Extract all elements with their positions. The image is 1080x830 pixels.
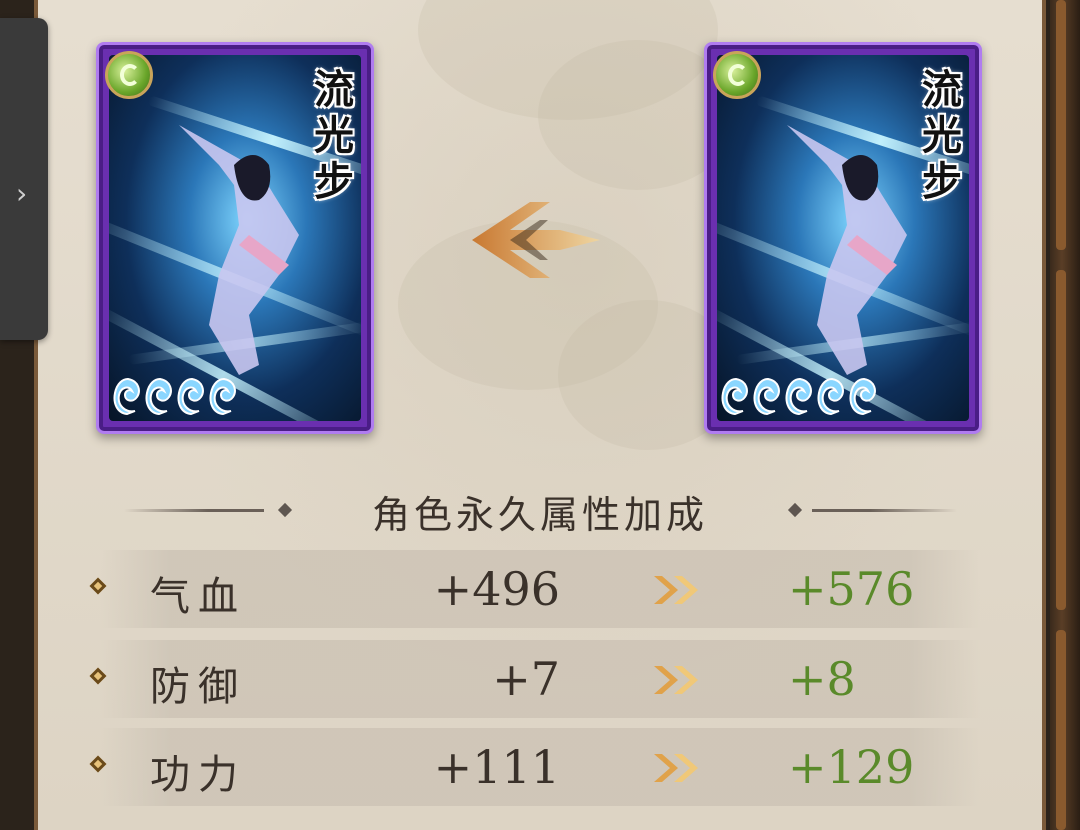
stat-row: 气血 +496 +576 bbox=[89, 550, 980, 628]
level-drop-icon bbox=[177, 377, 204, 415]
stat-old-value: +111 bbox=[433, 740, 560, 794]
stat-name: 功力 bbox=[150, 752, 246, 798]
skill-name: 流 光 步 bbox=[922, 66, 962, 205]
stat-new-value: +129 bbox=[788, 740, 915, 794]
stat-old-value: +496 bbox=[433, 562, 560, 616]
divider-line-right bbox=[812, 509, 957, 512]
expand-side-tab[interactable]: › bbox=[0, 18, 48, 340]
right-frame-rail bbox=[1050, 0, 1080, 830]
level-drops bbox=[721, 377, 879, 415]
green-swirl-element-icon bbox=[713, 51, 761, 99]
character-figure bbox=[179, 125, 299, 375]
stat-new-value: +576 bbox=[788, 562, 915, 616]
double-chevron-icon bbox=[654, 754, 698, 782]
stat-name: 防御 bbox=[150, 664, 246, 710]
level-drop-icon bbox=[817, 377, 844, 415]
skill-card-current[interactable]: 流 光 步 bbox=[96, 42, 374, 434]
chevron-right-icon: › bbox=[16, 177, 28, 210]
level-drop-icon bbox=[113, 377, 140, 415]
level-drop-icon bbox=[145, 377, 172, 415]
green-swirl-element-icon bbox=[105, 51, 153, 99]
double-chevron-icon bbox=[654, 666, 698, 694]
double-chevron-icon bbox=[654, 576, 698, 604]
stat-row: 防御 +7 +8 bbox=[89, 640, 980, 718]
stat-new-value: +8 bbox=[788, 652, 856, 706]
upgrade-arrow-icon bbox=[472, 202, 600, 278]
skill-card-upgraded[interactable]: 流 光 步 bbox=[704, 42, 982, 434]
stat-name: 气血 bbox=[150, 574, 246, 620]
stat-row: 功力 +111 +129 bbox=[89, 728, 980, 806]
level-drop-icon bbox=[785, 377, 812, 415]
level-drop-icon bbox=[721, 377, 748, 415]
level-drop-icon bbox=[209, 377, 236, 415]
level-drop-icon bbox=[849, 377, 876, 415]
level-drop-icon bbox=[753, 377, 780, 415]
character-figure bbox=[787, 125, 907, 375]
skill-name: 流 光 步 bbox=[314, 66, 354, 205]
level-drops bbox=[113, 377, 239, 415]
stat-old-value: +7 bbox=[492, 652, 560, 706]
